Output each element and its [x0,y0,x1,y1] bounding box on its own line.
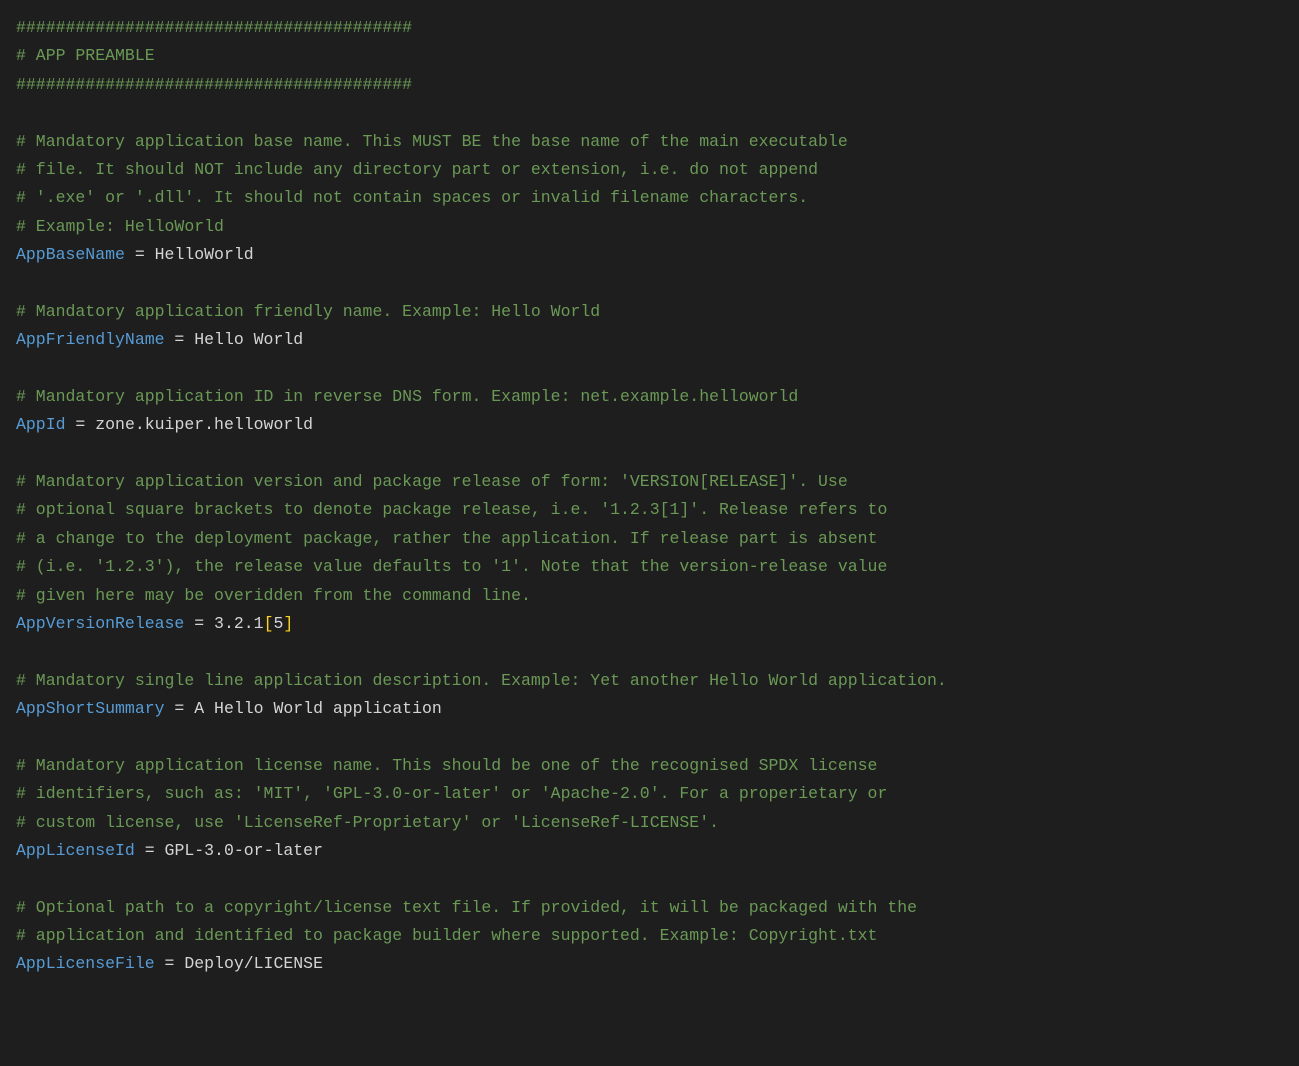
comment-line: # Mandatory application base name. This … [16,132,848,151]
value-app-release: 5 [273,614,283,633]
key-app-id: AppId [16,415,66,434]
value-app-base-name: HelloWorld [155,245,254,264]
comment-line: # file. It should NOT include any direct… [16,160,818,179]
key-app-license-id: AppLicenseId [16,841,135,860]
bracket-open: [ [264,614,274,633]
key-app-base-name: AppBaseName [16,245,125,264]
value-app-friendly-name: Hello World [194,330,303,349]
comment-line: # '.exe' or '.dll'. It should not contai… [16,188,808,207]
comment-line: # application and identified to package … [16,926,877,945]
equals-sign: = [165,699,195,718]
key-app-version-release: AppVersionRelease [16,614,184,633]
key-app-short-summary: AppShortSummary [16,699,165,718]
value-app-license-file: Deploy/LICENSE [184,954,323,973]
comment-line: # (i.e. '1.2.3'), the release value defa… [16,557,887,576]
comment-line: # custom license, use 'LicenseRef-Propri… [16,813,719,832]
comment-line: # given here may be overidden from the c… [16,586,531,605]
value-app-short-summary: A Hello World application [194,699,442,718]
key-app-friendly-name: AppFriendlyName [16,330,165,349]
equals-sign: = [66,415,96,434]
value-app-id: zone.kuiper.helloworld [95,415,313,434]
value-app-license-id: GPL-3.0-or-later [165,841,323,860]
comment-line: # Mandatory application license name. Th… [16,756,877,775]
equals-sign: = [135,841,165,860]
equals-sign: = [125,245,155,264]
value-app-version: 3.2.1 [214,614,264,633]
key-app-license-file: AppLicenseFile [16,954,155,973]
equals-sign: = [184,614,214,633]
equals-sign: = [165,330,195,349]
comment-line: # identifiers, such as: 'MIT', 'GPL-3.0-… [16,784,887,803]
comment-line: # Mandatory application ID in reverse DN… [16,387,798,406]
comment-line: # Mandatory application friendly name. E… [16,302,600,321]
comment-line: # optional square brackets to denote pac… [16,500,887,519]
bracket-close: ] [283,614,293,633]
comment-hash-line: ######################################## [16,18,412,37]
equals-sign: = [155,954,185,973]
comment-preamble-label: # APP PREAMBLE [16,46,155,65]
comment-hash-line: ######################################## [16,75,412,94]
comment-line: # Mandatory single line application desc… [16,671,947,690]
comment-line: # Optional path to a copyright/license t… [16,898,917,917]
comment-line: # Example: HelloWorld [16,217,224,236]
comment-line: # Mandatory application version and pack… [16,472,848,491]
config-source: ########################################… [0,0,1299,1009]
comment-line: # a change to the deployment package, ra… [16,529,877,548]
